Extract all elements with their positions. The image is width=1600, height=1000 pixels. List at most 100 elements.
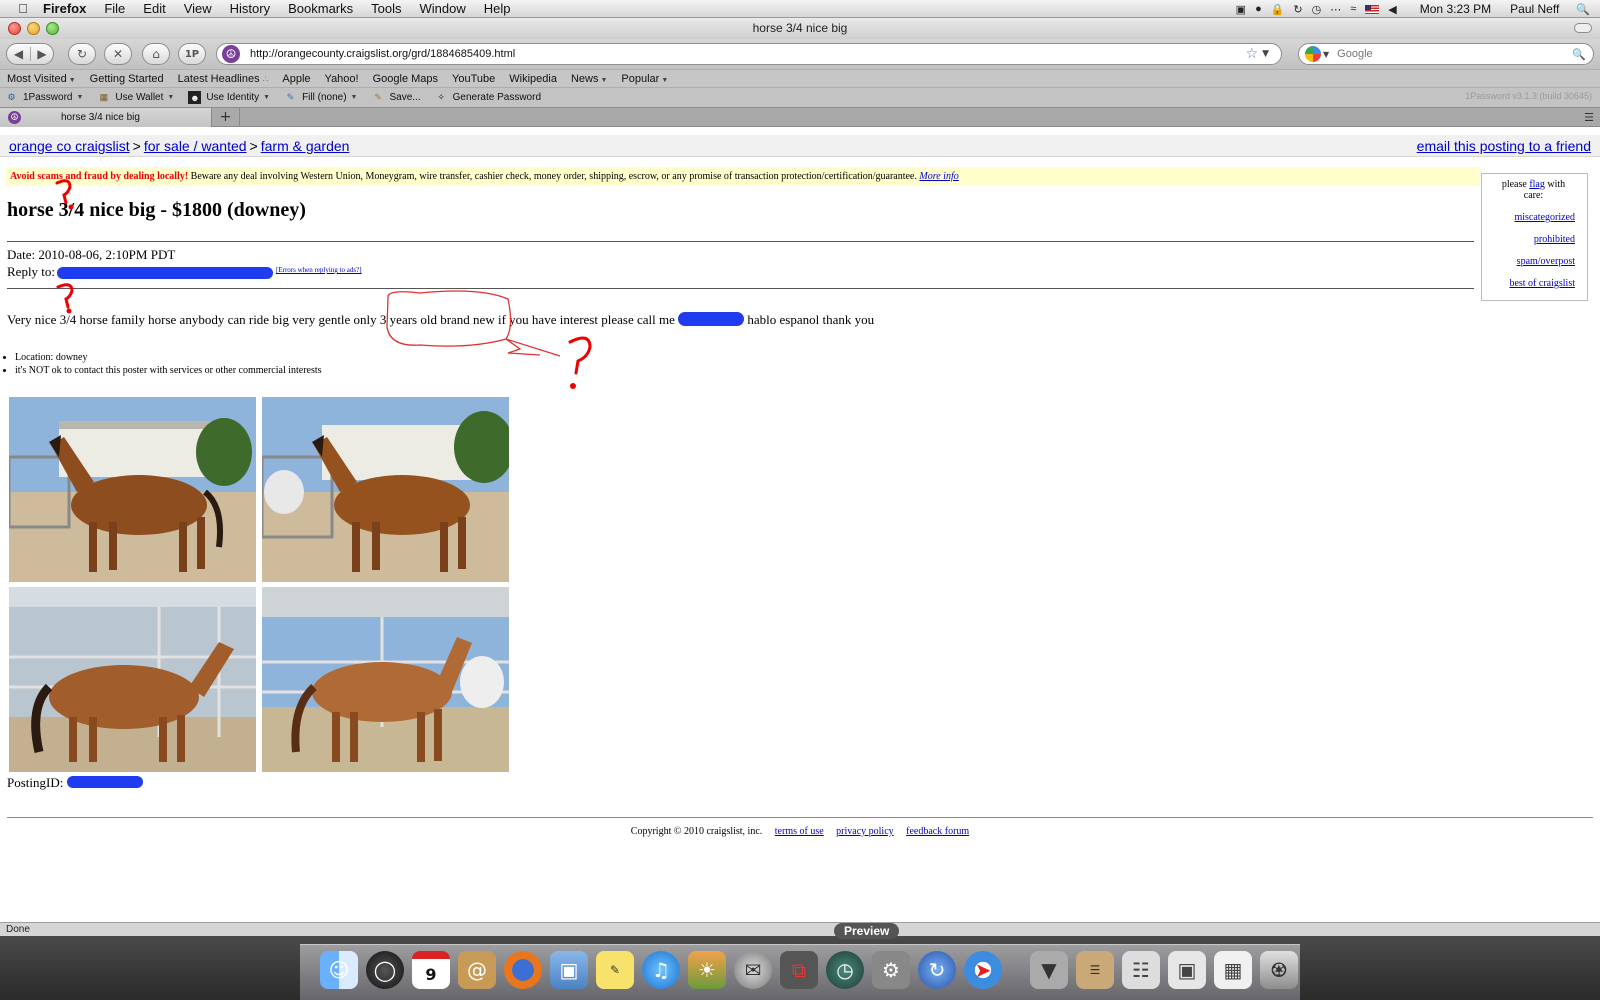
flag-link[interactable]: flag: [1529, 179, 1545, 190]
flag-miscategorized-link[interactable]: miscategorized: [1482, 212, 1575, 223]
lock-icon[interactable]: 🔒: [1271, 3, 1285, 16]
time-machine-icon[interactable]: ◷: [826, 951, 864, 989]
stickies-icon[interactable]: ✎: [596, 951, 634, 989]
use-identity-menu[interactable]: ☻ Use Identity ▼: [188, 91, 270, 104]
save-login-button[interactable]: ✎ Save...: [371, 91, 420, 104]
menu-view[interactable]: View: [175, 0, 221, 18]
mail-icon[interactable]: ✉: [734, 951, 772, 989]
use-wallet-menu[interactable]: ▦ Use Wallet ▼: [97, 91, 175, 104]
minimize-window-button[interactable]: [27, 22, 40, 35]
bookmark-news[interactable]: News ▼: [571, 73, 607, 85]
bookmark-yahoo[interactable]: Yahoo!: [325, 73, 359, 85]
bluetooth-icon[interactable]: ⋯: [1330, 3, 1341, 16]
bookmark-apple[interactable]: Apple: [282, 73, 310, 85]
url-input[interactable]: http://orangecounty.craigslist.org/grd/1…: [250, 48, 1246, 60]
stop-button[interactable]: ✕: [104, 43, 132, 65]
terms-of-use-link[interactable]: terms of use: [775, 826, 824, 837]
more-info-link[interactable]: More info: [919, 171, 958, 182]
menu-history[interactable]: History: [221, 0, 279, 18]
clock[interactable]: Mon 3:23 PM: [1420, 2, 1491, 16]
generate-password-button[interactable]: ✧ Generate Password: [435, 91, 541, 104]
apple-menu-icon[interactable]: : [12, 1, 34, 16]
bookmark-google-maps[interactable]: Google Maps: [373, 73, 438, 85]
tab-horse-listing[interactable]: ☮ horse 3/4 nice big: [0, 108, 212, 127]
spotlight-icon[interactable]: 🔍: [1576, 3, 1590, 16]
bookmark-wikipedia[interactable]: Wikipedia: [509, 73, 557, 85]
onepassword-menu[interactable]: ⚙ 1Password ▼: [5, 91, 83, 104]
bookmark-latest-headlines[interactable]: Latest Headlines ∴: [178, 73, 269, 85]
wifi-icon[interactable]: ≈: [1350, 3, 1356, 15]
toolbar-toggle-button[interactable]: [1574, 23, 1592, 33]
new-tab-button[interactable]: +: [212, 108, 240, 127]
google-icon[interactable]: [1305, 46, 1321, 62]
time-machine-icon[interactable]: ◷: [1312, 3, 1322, 16]
reload-button[interactable]: ↻: [68, 43, 96, 65]
best-of-craigslist-link[interactable]: best of craigslist: [1482, 278, 1575, 289]
home-button[interactable]: ⌂: [142, 43, 170, 65]
horse-photo[interactable]: [9, 397, 256, 582]
user-name[interactable]: Paul Neff: [1510, 2, 1559, 16]
firefox-icon[interactable]: [504, 951, 542, 989]
documents-stack-icon[interactable]: ☰: [1076, 951, 1114, 989]
system-preferences-icon[interactable]: ⚙: [872, 951, 910, 989]
status-app-icon[interactable]: ●: [1255, 3, 1262, 15]
horse-photo[interactable]: [262, 397, 509, 582]
feedback-forum-link[interactable]: feedback forum: [906, 826, 969, 837]
safari-icon[interactable]: ➤: [964, 951, 1002, 989]
software-update-icon[interactable]: ↻: [918, 951, 956, 989]
bookmark-star-icon[interactable]: ☆: [1246, 46, 1259, 62]
horse-photo[interactable]: [9, 587, 256, 772]
url-bar[interactable]: ☮ http://orangecounty.craigslist.org/grd…: [216, 43, 1282, 65]
reply-errors-link[interactable]: [Errors when replying to ads?]: [276, 266, 362, 274]
bookmark-youtube[interactable]: YouTube: [452, 73, 495, 85]
dashboard-icon[interactable]: ◯: [366, 951, 404, 989]
breadcrumb-category-link[interactable]: for sale / wanted: [144, 138, 247, 154]
email-posting-link[interactable]: email this posting to a friend: [1417, 135, 1591, 157]
sync-icon[interactable]: ↻: [1293, 3, 1302, 16]
menu-edit[interactable]: Edit: [134, 0, 174, 18]
itunes-icon[interactable]: ♫: [642, 951, 680, 989]
search-bar[interactable]: ▼ 🔍: [1298, 43, 1594, 65]
ical-icon[interactable]: 9: [412, 951, 450, 989]
search-input[interactable]: [1335, 47, 1573, 61]
back-arrow-icon[interactable]: ◀: [7, 47, 30, 61]
preview-icon[interactable]: ▣: [550, 951, 588, 989]
bookmark-popular[interactable]: Popular ▼: [621, 73, 668, 85]
dropbox-icon[interactable]: ▣: [1236, 3, 1246, 16]
downloads-stack-icon[interactable]: ▼: [1030, 951, 1068, 989]
menu-help[interactable]: Help: [475, 0, 520, 18]
privacy-policy-link[interactable]: privacy policy: [836, 826, 893, 837]
finder-icon[interactable]: ☺: [320, 951, 358, 989]
address-book-icon[interactable]: @: [458, 951, 496, 989]
file-stack-icon[interactable]: ☷: [1122, 951, 1160, 989]
menu-window[interactable]: Window: [411, 0, 475, 18]
bookmark-most-visited[interactable]: Most Visited ▼: [7, 73, 76, 85]
fill-menu[interactable]: ✎ Fill (none) ▼: [284, 91, 358, 104]
horse-photo[interactable]: [262, 587, 509, 772]
app-menu[interactable]: Firefox: [34, 0, 95, 18]
screenshot-stack-icon[interactable]: ▦: [1214, 951, 1252, 989]
window-stack-icon[interactable]: ▣: [1168, 951, 1206, 989]
close-window-button[interactable]: [8, 22, 21, 35]
volume-icon[interactable]: ◀: [1388, 3, 1396, 16]
iphoto-icon[interactable]: ☀: [688, 951, 726, 989]
site-favicon-icon[interactable]: ☮: [222, 45, 240, 63]
bookmark-getting-started[interactable]: Getting Started: [90, 73, 164, 85]
onepassword-button[interactable]: 1P: [178, 43, 206, 65]
forward-arrow-icon[interactable]: ▶: [29, 47, 53, 61]
breadcrumb-subcategory-link[interactable]: farm & garden: [261, 138, 350, 154]
flag-spam-link[interactable]: spam/overpost: [1482, 256, 1575, 267]
search-engine-dropdown-icon[interactable]: ▼: [1323, 50, 1329, 59]
flag-prohibited-link[interactable]: prohibited: [1482, 234, 1575, 245]
trash-icon[interactable]: ♼: [1260, 951, 1298, 989]
menu-tools[interactable]: Tools: [362, 0, 410, 18]
search-icon[interactable]: 🔍: [1572, 48, 1586, 61]
tab-list-icon[interactable]: ☰: [1584, 111, 1594, 124]
menu-file[interactable]: File: [95, 0, 134, 18]
url-history-dropdown-icon[interactable]: ▼: [1262, 49, 1269, 59]
vmware-icon[interactable]: ⧉: [780, 951, 818, 989]
breadcrumb-site-link[interactable]: orange co craigslist: [9, 138, 130, 154]
menu-bookmarks[interactable]: Bookmarks: [279, 0, 362, 18]
flag-us-icon[interactable]: [1365, 4, 1380, 14]
zoom-window-button[interactable]: [46, 22, 59, 35]
